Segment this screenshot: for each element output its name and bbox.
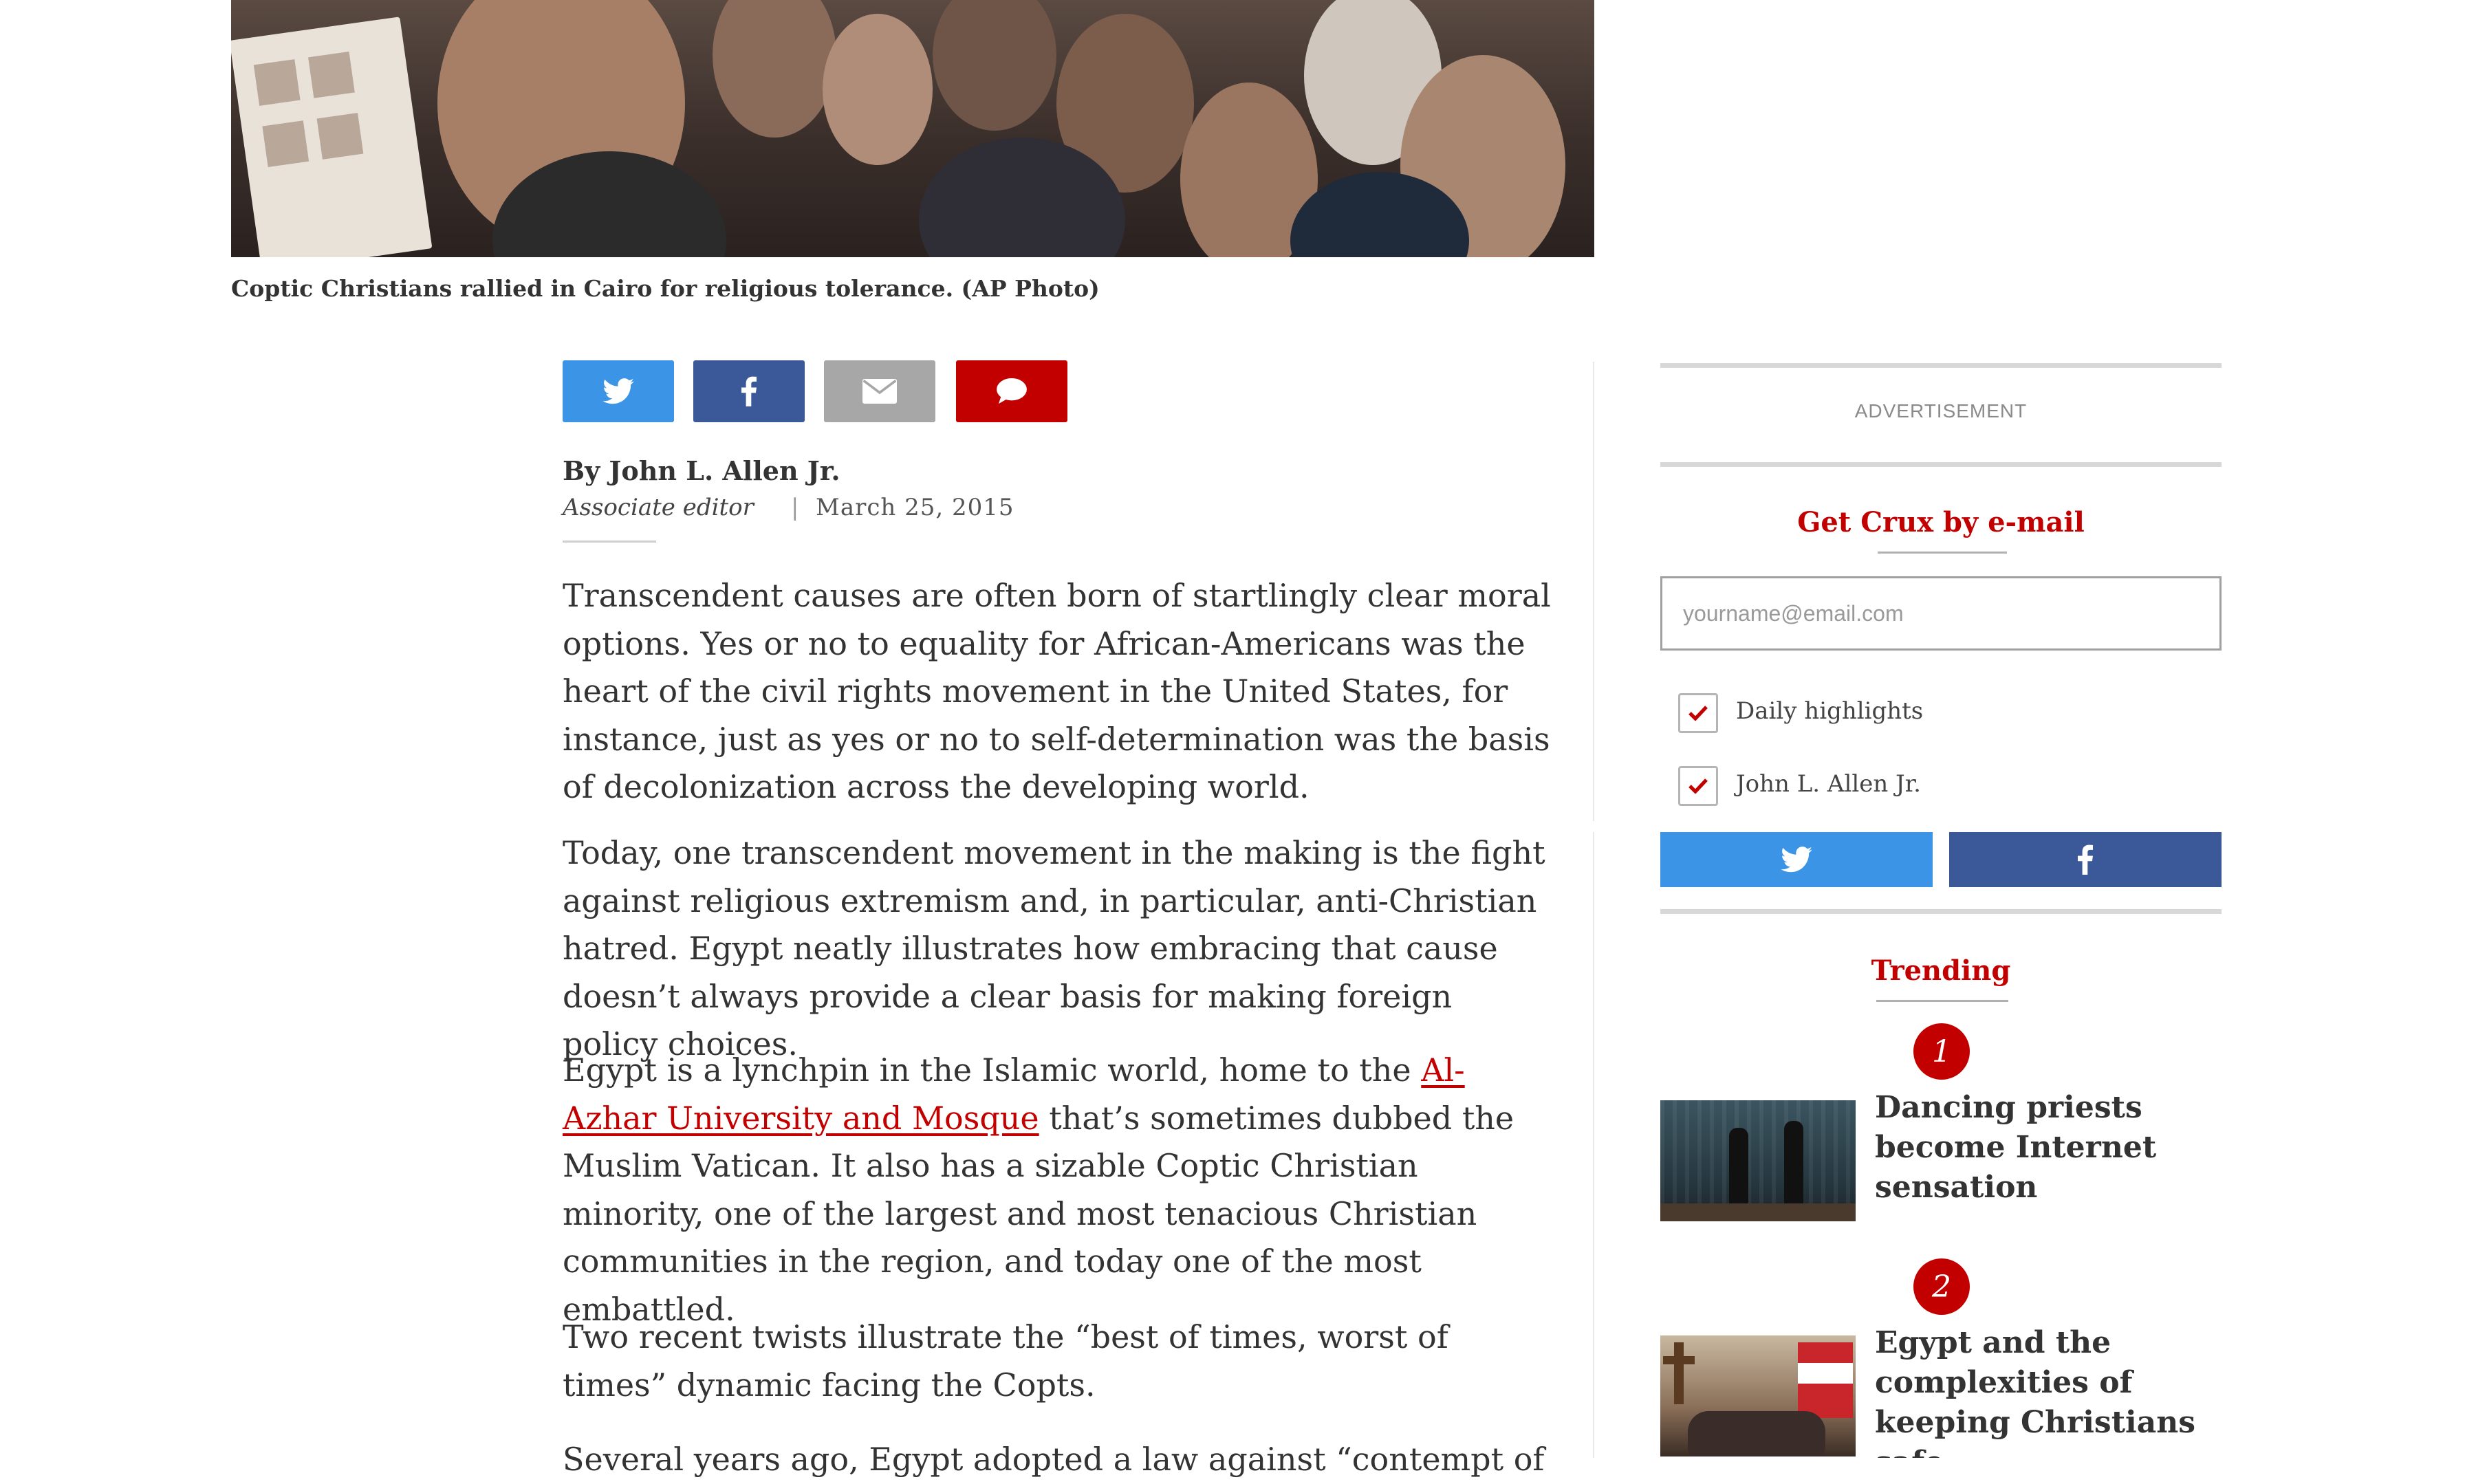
trending-thumbnail[interactable] (1660, 1335, 1856, 1456)
column-divider (1593, 832, 1594, 1458)
share-email-button[interactable] (824, 360, 935, 422)
facebook-icon (741, 376, 757, 406)
author-role: Associate editor (563, 494, 754, 521)
twitter-icon (1781, 847, 1812, 873)
share-facebook-button[interactable] (693, 360, 805, 422)
column-divider (1593, 362, 1594, 821)
checkmark-icon (1688, 778, 1708, 794)
article-paragraph: Two recent twists illustrate the “best o… (563, 1318, 1448, 1404)
trending-title: Trending (1871, 954, 2011, 987)
article-paragraph: Egypt is a lynchpin in the Islamic world… (563, 1047, 1553, 1333)
paragraph-text: Egypt is a lynchpin in the Islamic world… (563, 1051, 1422, 1089)
article-paragraph: Several years ago, Egypt adopted a law a… (563, 1441, 1545, 1478)
share-twitter-button[interactable] (563, 360, 674, 422)
comments-button[interactable] (956, 360, 1067, 422)
trending-headline[interactable]: Dancing priests become Internet sensatio… (1875, 1088, 2205, 1208)
daily-highlights-checkbox[interactable] (1678, 693, 1718, 733)
author-newsletter-checkbox[interactable] (1678, 766, 1718, 806)
trending-thumbnail[interactable] (1660, 1100, 1856, 1221)
trending-rank-badge: 2 (1913, 1258, 1970, 1315)
newsletter-title-underline (1878, 552, 2007, 554)
advertisement-label: ADVERTISEMENT (1854, 400, 2028, 422)
trending-headline[interactable]: Egypt and the complexities of keeping Ch… (1875, 1323, 2205, 1458)
email-input[interactable]: yourname@email.com (1660, 576, 2222, 651)
sidebar-rule (1660, 462, 2222, 467)
article-paragraph: Today, one transcendent movement in the … (563, 834, 1545, 1062)
daily-highlights-label[interactable]: Daily highlights (1736, 697, 1923, 725)
author-newsletter-label[interactable]: John L. Allen Jr. (1736, 770, 1921, 798)
email-placeholder: yourname@email.com (1683, 600, 1904, 626)
article-paragraph: Transcendent causes are often born of st… (563, 577, 1551, 805)
comment-icon (997, 378, 1027, 404)
trending-rank-badge: 1 (1913, 1023, 1970, 1080)
sidebar-rule (1660, 363, 2222, 368)
author-byline[interactable]: By John L. Allen Jr. (563, 455, 840, 486)
sidebar-rule (1660, 909, 2222, 914)
twitter-icon (602, 378, 634, 404)
publish-date: March 25, 2015 (816, 494, 1014, 521)
follow-facebook-button[interactable] (1949, 832, 2222, 887)
photo-caption: Coptic Christians rallied in Cairo for r… (231, 275, 1100, 302)
byline-rule (563, 541, 656, 543)
newspaper-in-photo (231, 17, 433, 257)
trending-title-underline (1876, 1000, 2008, 1002)
facebook-icon (2078, 844, 2093, 875)
hero-photo (231, 0, 1594, 257)
mail-icon (862, 379, 897, 404)
byline-separator: | (791, 494, 799, 521)
checkmark-icon (1688, 706, 1708, 721)
newsletter-title: Get Crux by e-mail (1797, 506, 2085, 538)
follow-twitter-button[interactable] (1660, 832, 1933, 887)
